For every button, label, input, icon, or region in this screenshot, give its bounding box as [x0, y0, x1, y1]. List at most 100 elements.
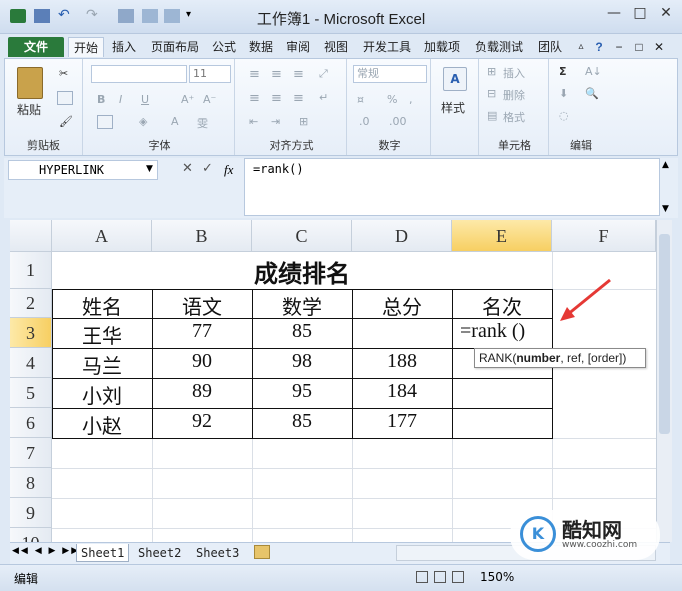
header-cell-chinese[interactable]: 语文	[152, 291, 252, 320]
autosum-icon[interactable]: Σ	[559, 65, 567, 78]
row-header-8[interactable]: 8	[10, 468, 52, 498]
minimize-icon[interactable]: —	[602, 4, 626, 24]
column-header-e[interactable]: E	[452, 220, 552, 252]
normal-view-icon[interactable]	[416, 571, 428, 583]
sheet-tab-1[interactable]: Sheet1	[76, 544, 130, 562]
active-cell-e3[interactable]: =rank ()	[452, 320, 552, 343]
grow-font-icon[interactable]: A⁺	[181, 93, 194, 106]
align-middle-icon[interactable]: ≡	[271, 67, 282, 82]
sheet-tab-3[interactable]: Sheet3	[192, 544, 243, 562]
fill-color-icon[interactable]: ◈	[139, 115, 147, 128]
insert-cells-icon[interactable]: ⊞	[487, 65, 496, 78]
doc-close-icon[interactable]: ✕	[652, 37, 666, 57]
comma-icon[interactable]: ,	[409, 93, 413, 106]
column-header-d[interactable]: D	[352, 220, 452, 252]
styles-icon[interactable]: A	[443, 67, 467, 91]
column-header-c[interactable]: C	[252, 220, 352, 252]
select-all-button[interactable]	[10, 220, 52, 252]
align-bottom-icon[interactable]: ≡	[293, 67, 304, 82]
paste-button[interactable]: 粘贴	[17, 101, 41, 118]
phonetic-icon[interactable]: 雯	[197, 115, 208, 131]
row-header-3[interactable]: 3	[10, 318, 52, 348]
formula-scroll-down-icon[interactable]: ▼	[662, 204, 669, 214]
formula-input[interactable]: =rank()	[244, 158, 660, 216]
table-cell[interactable]: 小刘	[52, 380, 152, 409]
sheet-tab-2[interactable]: Sheet2	[134, 544, 185, 562]
table-cell[interactable]: 177	[352, 410, 452, 433]
table-cell[interactable]: 188	[352, 350, 452, 373]
maximize-icon[interactable]: □	[628, 4, 652, 24]
row-header-6[interactable]: 6	[10, 408, 52, 438]
tab-developer[interactable]: 开发工具	[356, 37, 418, 57]
tab-review[interactable]: 审阅	[280, 37, 316, 57]
delete-cells-icon[interactable]: ⊟	[487, 87, 496, 100]
tab-data[interactable]: 数据	[243, 37, 279, 57]
italic-button[interactable]: I	[119, 93, 122, 106]
insert-function-icon[interactable]: fx	[224, 162, 233, 178]
decrease-indent-icon[interactable]: ⇤	[249, 115, 258, 128]
column-header-b[interactable]: B	[152, 220, 252, 252]
table-cell[interactable]: 92	[152, 410, 252, 433]
table-cell[interactable]: 184	[352, 380, 452, 403]
enter-icon[interactable]: ✓	[202, 161, 213, 176]
table-cell[interactable]: 77	[152, 320, 252, 343]
row-header-2[interactable]: 2	[10, 289, 52, 318]
tab-file[interactable]: 文件	[8, 37, 64, 57]
doc-minimize-icon[interactable]: −	[612, 37, 626, 57]
font-name-dropdown[interactable]	[91, 65, 187, 83]
column-header-f[interactable]: F	[552, 220, 656, 252]
delete-cells-button[interactable]: 删除	[503, 87, 525, 103]
zoom-level[interactable]: 150%	[480, 570, 514, 584]
copy-icon[interactable]	[57, 91, 73, 105]
border-icon[interactable]	[97, 115, 113, 129]
cut-icon[interactable]: ✂	[59, 67, 68, 80]
table-cell[interactable]: 98	[252, 350, 352, 373]
sort-filter-icon[interactable]: A↓	[585, 65, 602, 78]
row-header-7[interactable]: 7	[10, 438, 52, 468]
table-cell[interactable]: 90	[152, 350, 252, 373]
tab-insert[interactable]: 插入	[106, 37, 142, 57]
orientation-icon[interactable]: ⤢	[319, 67, 328, 81]
increase-decimal-icon[interactable]: .0	[359, 115, 370, 128]
row-header-1[interactable]: 1	[10, 252, 52, 289]
table-cell[interactable]: 小赵	[52, 410, 152, 439]
fill-icon[interactable]: ⬇	[559, 87, 568, 100]
header-cell-total[interactable]: 总分	[352, 291, 452, 320]
clear-icon[interactable]: ◌	[559, 109, 569, 122]
table-cell[interactable]: 马兰	[52, 350, 152, 379]
page-break-view-icon[interactable]	[452, 571, 464, 583]
row-header-5[interactable]: 5	[10, 378, 52, 408]
formula-scroll-up-icon[interactable]: ▲	[662, 160, 669, 170]
insert-cells-button[interactable]: 插入	[503, 65, 525, 81]
table-cell[interactable]: 89	[152, 380, 252, 403]
align-right-icon[interactable]: ≡	[293, 91, 304, 106]
tab-load-test[interactable]: 负载测试	[468, 37, 530, 57]
tab-formulas[interactable]: 公式	[206, 37, 242, 57]
paste-icon[interactable]	[17, 67, 43, 99]
number-format-dropdown[interactable]: 常规	[353, 65, 427, 83]
column-header-a[interactable]: A	[52, 220, 152, 252]
header-cell-name[interactable]: 姓名	[52, 291, 152, 320]
name-box-dropdown-icon[interactable]: ▼	[146, 164, 153, 174]
vertical-scroll-thumb[interactable]	[659, 234, 670, 434]
tab-home[interactable]: 开始	[68, 37, 104, 57]
styles-button[interactable]: 样式	[441, 99, 465, 116]
row-header-10[interactable]: 10	[10, 528, 52, 542]
name-box[interactable]: HYPERLINK	[8, 160, 158, 180]
bold-button[interactable]: B	[97, 93, 105, 106]
shrink-font-icon[interactable]: A⁻	[203, 93, 216, 106]
percent-button[interactable]: %	[387, 93, 397, 106]
cancel-icon[interactable]: ✕	[182, 161, 193, 176]
close-icon[interactable]: ✕	[654, 4, 678, 24]
help-icon[interactable]: ?	[592, 37, 606, 57]
tab-team[interactable]: 团队	[532, 37, 568, 57]
row-header-4[interactable]: 4	[10, 348, 52, 378]
format-cells-button[interactable]: 格式	[503, 109, 525, 125]
format-cells-icon[interactable]: ▤	[487, 109, 497, 122]
decrease-decimal-icon[interactable]: .00	[389, 115, 407, 128]
sheet-nav-icons[interactable]: ◀◀ ◀ ▶ ▶▶	[12, 546, 80, 556]
page-layout-view-icon[interactable]	[434, 571, 446, 583]
tab-page-layout[interactable]: 页面布局	[144, 37, 206, 57]
table-cell[interactable]: 85	[252, 320, 352, 343]
row-header-9[interactable]: 9	[10, 498, 52, 528]
